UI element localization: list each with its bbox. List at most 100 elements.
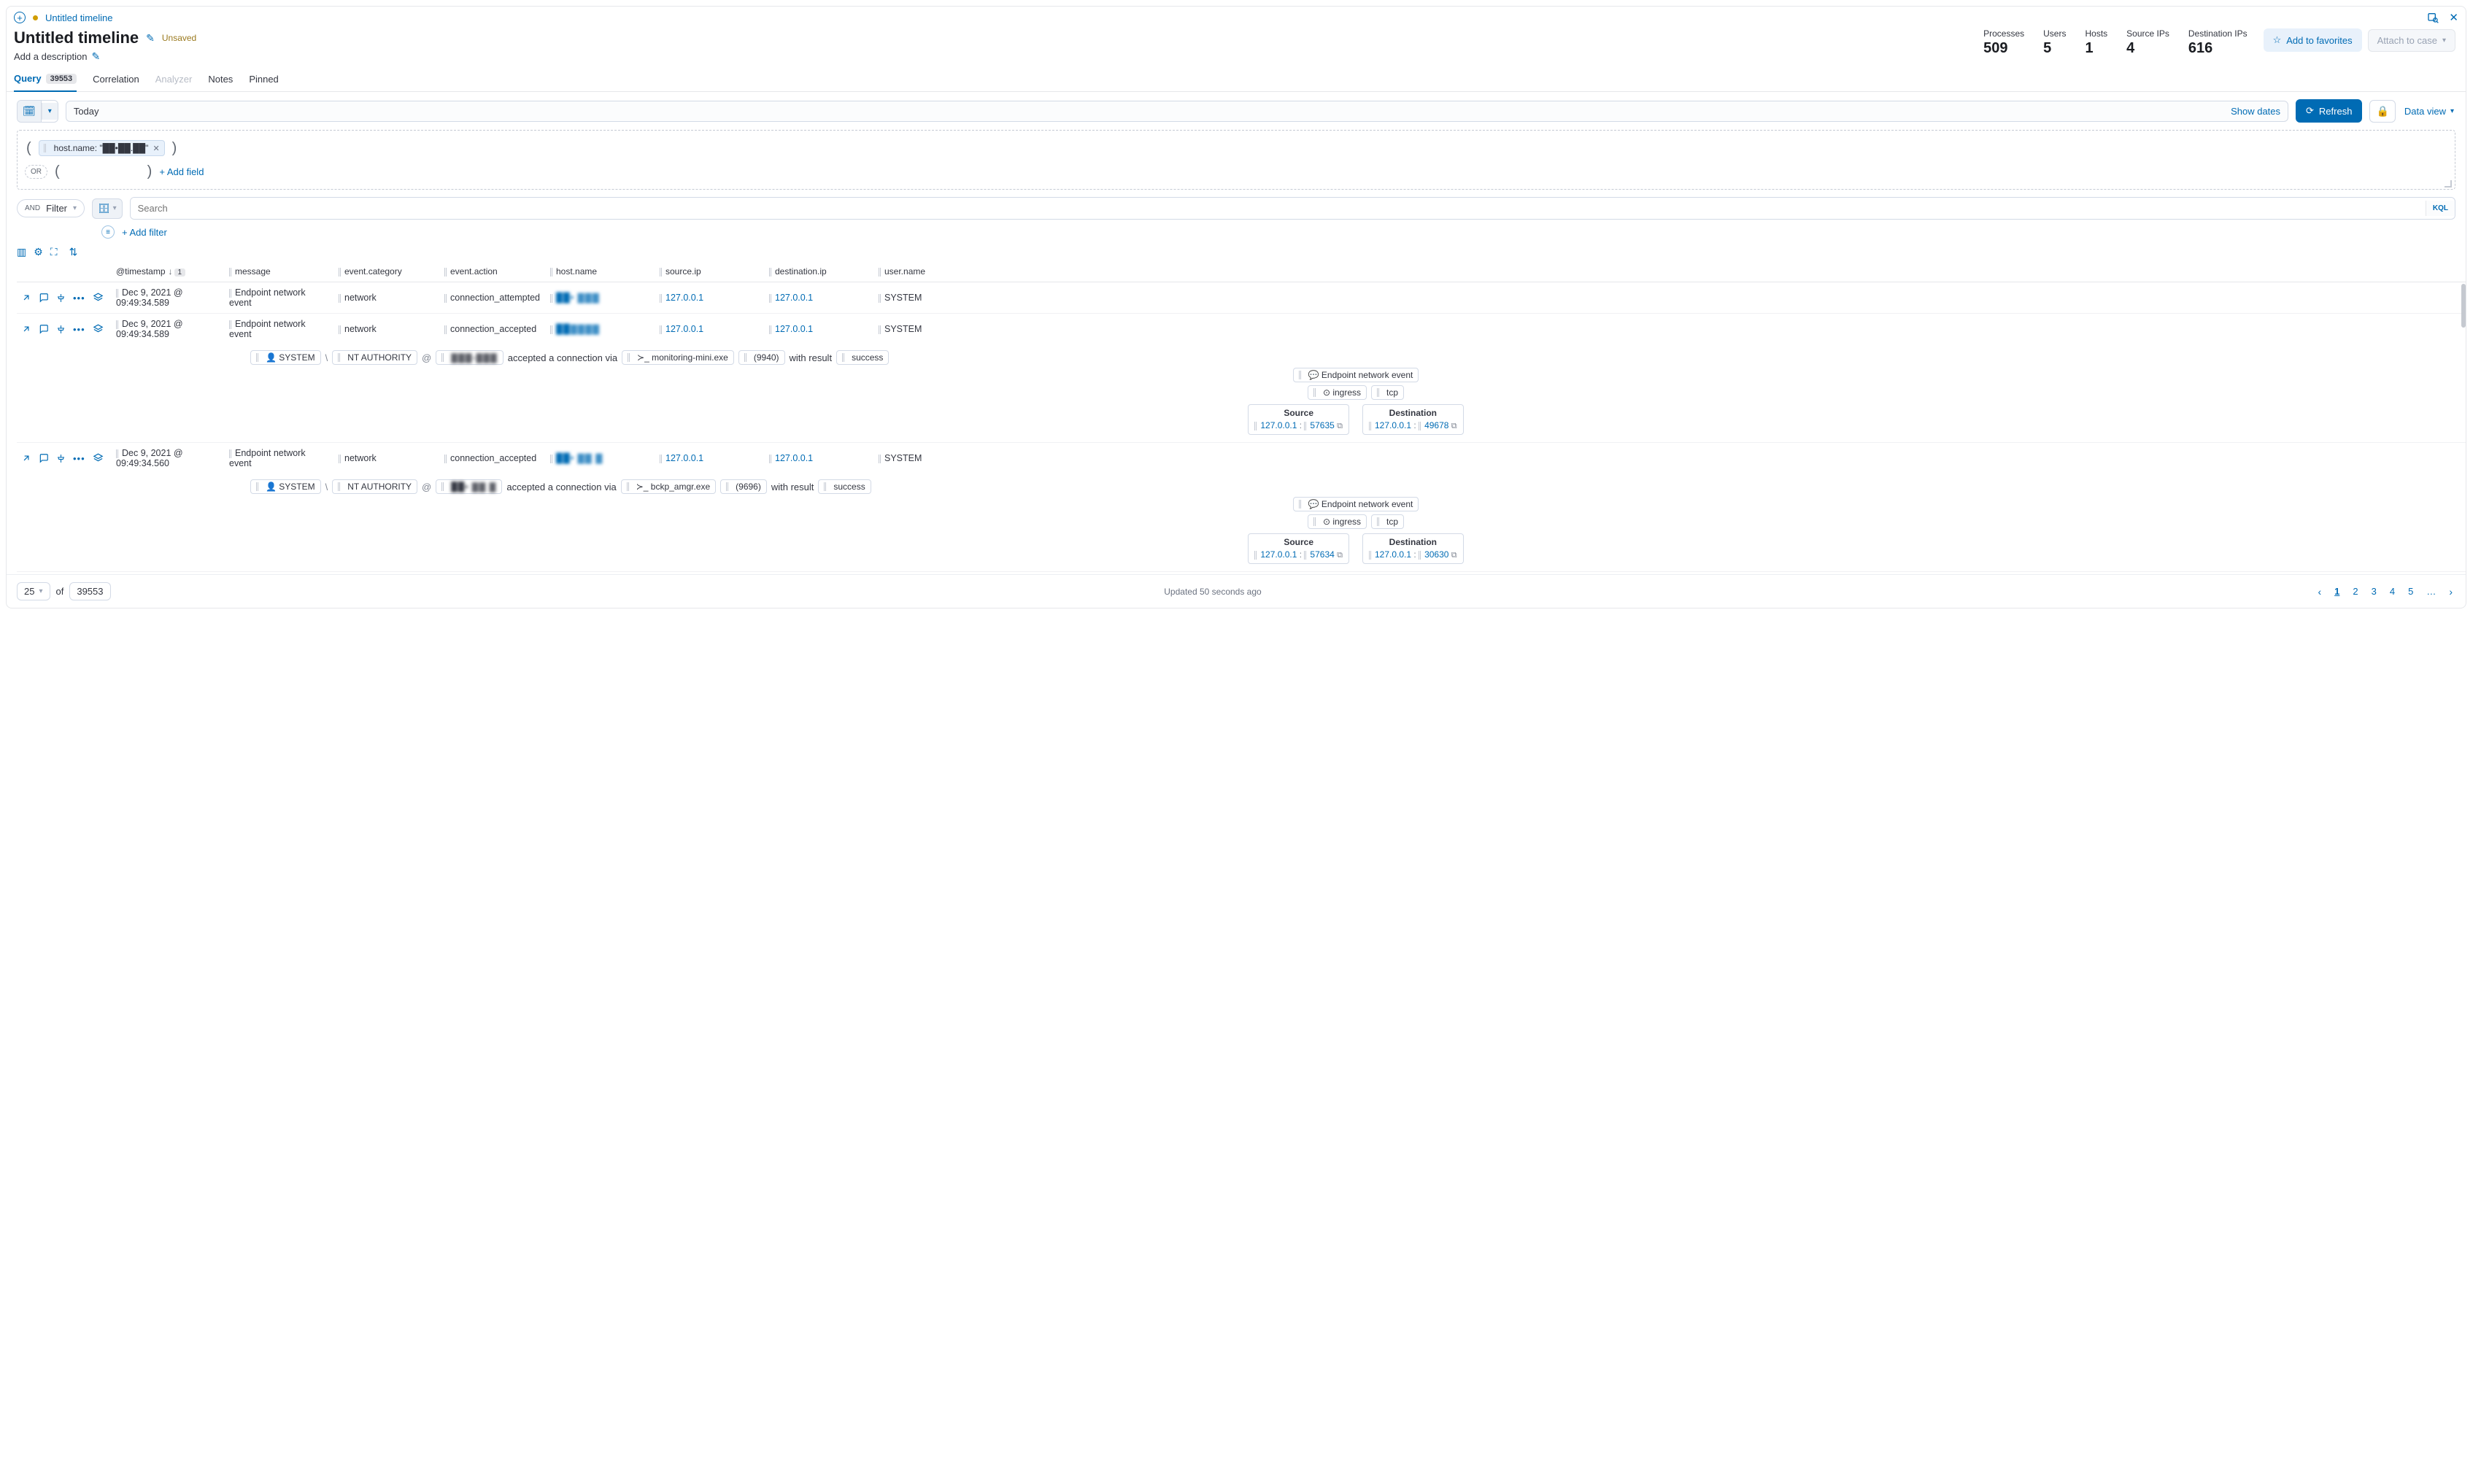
- scrollbar-thumb[interactable]: [2461, 284, 2466, 328]
- add-to-favorites-button[interactable]: ☆ Add to favorites: [2264, 28, 2362, 52]
- transport-pill[interactable]: tcp: [1371, 385, 1404, 400]
- data-view-button[interactable]: Data view ▾: [2403, 103, 2455, 120]
- filter-icon[interactable]: ≡: [101, 225, 115, 239]
- analyze-icon[interactable]: [93, 292, 104, 303]
- search-input[interactable]: [131, 198, 2426, 219]
- nt-authority-pill[interactable]: NT AUTHORITY: [332, 479, 417, 494]
- user-pill[interactable]: 👤 SYSTEM: [250, 350, 321, 365]
- table-row[interactable]: ••• Dec 9, 2021 @ 09:49:34.589 Endpoint …: [17, 314, 2466, 443]
- fullscreen-icon[interactable]: ⛶: [50, 246, 58, 258]
- more-actions-icon[interactable]: •••: [73, 453, 85, 464]
- event-msg-pill[interactable]: 💬 Endpoint network event: [1293, 497, 1419, 511]
- date-range[interactable]: Today Show dates: [66, 101, 2288, 122]
- tab-correlation[interactable]: Correlation: [93, 67, 139, 91]
- analyze-icon[interactable]: [93, 323, 104, 334]
- cell-dest-ip[interactable]: 127.0.0.1: [765, 287, 874, 308]
- cell-host[interactable]: ██• ▓▓▓: [546, 287, 655, 308]
- col-source-ip[interactable]: source.ip: [655, 261, 765, 282]
- nt-authority-pill[interactable]: NT AUTHORITY: [332, 350, 417, 365]
- more-actions-icon[interactable]: •••: [73, 293, 85, 304]
- direction-pill[interactable]: ⊙ ingress: [1308, 514, 1367, 529]
- cell-host[interactable]: ██• ▓▓ ▓: [546, 448, 655, 468]
- add-filter-link[interactable]: + Add filter: [122, 227, 167, 238]
- footer: 25 ▾ of 39553 Updated 50 seconds ago ‹ 1…: [7, 574, 2466, 608]
- page-next[interactable]: ›: [2446, 584, 2455, 599]
- cell-source-ip[interactable]: 127.0.0.1: [655, 448, 765, 468]
- inspect-icon[interactable]: [2427, 12, 2439, 24]
- col-host-name[interactable]: host.name: [546, 261, 655, 282]
- cell-source-ip[interactable]: 127.0.0.1: [655, 319, 765, 339]
- cell-source-ip[interactable]: 127.0.0.1: [655, 287, 765, 308]
- pid-pill[interactable]: (9696): [720, 479, 767, 494]
- edit-description-icon[interactable]: ✎: [91, 50, 100, 63]
- timeline-title-link[interactable]: Untitled timeline: [45, 12, 113, 23]
- table-row[interactable]: ••• Dec 9, 2021 @ 09:49:34.560 Endpoint …: [17, 443, 2466, 572]
- analyze-icon[interactable]: [93, 452, 104, 463]
- attach-to-case-button[interactable]: Attach to case ▾: [2368, 29, 2455, 52]
- add-field-link[interactable]: + Add field: [159, 166, 204, 177]
- col-user-name[interactable]: user.name: [874, 261, 969, 282]
- page-prev[interactable]: ‹: [2315, 584, 2324, 599]
- page-4[interactable]: 4: [2387, 584, 2398, 598]
- cell-action: connection_attempted: [440, 287, 546, 308]
- page-1[interactable]: 1: [2331, 584, 2342, 598]
- edit-title-icon[interactable]: ✎: [146, 32, 155, 45]
- col-event-action[interactable]: event.action: [440, 261, 546, 282]
- tab-pinned[interactable]: Pinned: [249, 67, 278, 91]
- transport-pill[interactable]: tcp: [1371, 514, 1404, 529]
- expand-icon[interactable]: [21, 324, 31, 335]
- user-pill[interactable]: 👤 SYSTEM: [250, 479, 321, 494]
- result-pill[interactable]: success: [818, 479, 871, 494]
- show-dates-link[interactable]: Show dates: [2231, 106, 2280, 117]
- settings-icon[interactable]: ⚙: [34, 246, 43, 258]
- refresh-button[interactable]: ⟳ Refresh: [2296, 99, 2362, 123]
- cell-dest-ip[interactable]: 127.0.0.1: [765, 448, 874, 468]
- sort-icon[interactable]: ⇅: [69, 246, 78, 258]
- lock-icon[interactable]: 🔒: [2369, 100, 2395, 123]
- process-pill[interactable]: ≻_ bckp_amgr.exe: [621, 479, 716, 494]
- add-description[interactable]: Add a description: [14, 51, 87, 62]
- pin-icon[interactable]: [56, 324, 66, 334]
- columns-icon[interactable]: ▥: [17, 246, 26, 258]
- page-2[interactable]: 2: [2350, 584, 2361, 598]
- saved-query-button[interactable]: 🗄 ▾: [92, 198, 123, 219]
- process-pill[interactable]: ≻_ monitoring-mini.exe: [622, 350, 734, 365]
- new-timeline-icon[interactable]: +: [14, 12, 26, 23]
- table-row[interactable]: ••• Dec 9, 2021 @ 09:49:34.589 Endpoint …: [17, 282, 2466, 314]
- cell-host[interactable]: ██▓▓▓▓: [546, 319, 655, 339]
- pid-pill[interactable]: (9940): [738, 350, 785, 365]
- page-size-select[interactable]: 25 ▾: [17, 582, 50, 600]
- remove-chip-icon[interactable]: ✕: [153, 144, 159, 153]
- filter-builder[interactable]: ( host.name: "██•██.██" ✕ ) OR ( ) + Add…: [17, 130, 2455, 190]
- tab-notes[interactable]: Notes: [208, 67, 233, 91]
- comment-icon[interactable]: [39, 453, 49, 464]
- resize-handle-icon[interactable]: [2445, 180, 2452, 188]
- comment-icon[interactable]: [39, 293, 49, 304]
- comment-icon[interactable]: [39, 324, 49, 335]
- page-5[interactable]: 5: [2405, 584, 2416, 598]
- col-event-category[interactable]: event.category: [334, 261, 440, 282]
- pin-icon[interactable]: [56, 453, 66, 463]
- query-language[interactable]: KQL: [2426, 201, 2455, 216]
- page-3[interactable]: 3: [2369, 584, 2380, 598]
- cell-dest-ip[interactable]: 127.0.0.1: [765, 319, 874, 339]
- or-badge[interactable]: OR: [25, 165, 47, 179]
- expand-icon[interactable]: [21, 293, 31, 304]
- col-timestamp[interactable]: @timestamp↓1: [112, 261, 225, 282]
- result-pill[interactable]: success: [836, 350, 889, 365]
- col-message[interactable]: message: [225, 261, 334, 282]
- expand-icon[interactable]: [21, 453, 31, 464]
- host-pill[interactable]: ▓▓▓-▓▓▓: [436, 350, 503, 365]
- and-filter-toggle[interactable]: AND Filter ▾: [17, 199, 85, 217]
- direction-pill[interactable]: ⊙ ingress: [1308, 385, 1367, 400]
- event-msg-pill[interactable]: 💬 Endpoint network event: [1293, 368, 1419, 382]
- filter-chip[interactable]: host.name: "██•██.██" ✕: [39, 140, 165, 156]
- search-box[interactable]: KQL: [130, 197, 2455, 220]
- more-actions-icon[interactable]: •••: [73, 324, 85, 335]
- host-pill[interactable]: ██• ▓▓ ▓: [436, 479, 502, 494]
- tab-query[interactable]: Query 39553: [14, 67, 77, 92]
- date-quick-select[interactable]: 🗓 ▾: [17, 100, 58, 123]
- col-destination-ip[interactable]: destination.ip: [765, 261, 874, 282]
- close-icon[interactable]: ✕: [2449, 11, 2458, 24]
- pin-icon[interactable]: [56, 293, 66, 303]
